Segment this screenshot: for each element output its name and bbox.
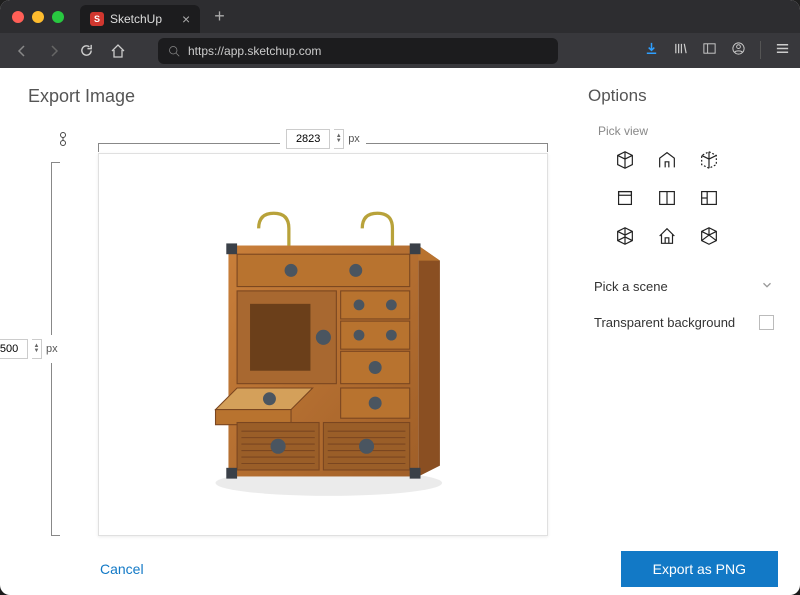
search-icon bbox=[168, 45, 180, 57]
pick-scene-label: Pick a scene bbox=[594, 279, 668, 294]
titlebar: S SketchUp × + bbox=[0, 0, 800, 33]
view-home-button[interactable] bbox=[654, 224, 680, 248]
back-button[interactable] bbox=[10, 39, 34, 63]
chevron-down-icon bbox=[760, 278, 774, 295]
url-bar[interactable]: https://app.sketchup.com bbox=[158, 38, 558, 64]
preview-column: ▲▼ px bbox=[98, 125, 548, 536]
height-spinner[interactable]: ▲▼ bbox=[32, 339, 42, 359]
browser-window: S SketchUp × + https://app.sketchup.com bbox=[0, 0, 800, 595]
width-unit: px bbox=[348, 133, 360, 145]
view-grid bbox=[612, 148, 780, 248]
toolbar-right bbox=[644, 41, 790, 61]
height-input[interactable] bbox=[0, 339, 28, 359]
cabinet-model-icon bbox=[133, 183, 514, 507]
export-png-button[interactable]: Export as PNG bbox=[621, 551, 778, 587]
view-xray-button[interactable] bbox=[612, 224, 638, 248]
library-icon[interactable] bbox=[673, 41, 688, 61]
reload-button[interactable] bbox=[74, 39, 98, 63]
view-iso-button[interactable] bbox=[612, 148, 638, 172]
pick-scene-row[interactable]: Pick a scene bbox=[588, 268, 780, 305]
height-unit: px bbox=[46, 343, 58, 355]
downloads-icon[interactable] bbox=[644, 41, 659, 61]
dimensions-area: ▲▼ px ▲▼ px bbox=[28, 125, 548, 536]
new-tab-button[interactable]: + bbox=[214, 6, 225, 27]
view-top-button[interactable] bbox=[654, 148, 680, 172]
width-input[interactable] bbox=[286, 129, 330, 149]
cancel-button[interactable]: Cancel bbox=[100, 561, 144, 577]
image-preview bbox=[98, 153, 548, 536]
pick-view-label: Pick view bbox=[598, 124, 780, 138]
close-tab-icon[interactable]: × bbox=[182, 11, 190, 27]
transparent-bg-row[interactable]: Transparent background bbox=[588, 305, 780, 340]
view-perspective-button[interactable] bbox=[696, 224, 722, 248]
sketchup-favicon: S bbox=[90, 12, 104, 26]
height-input-wrap: ▲▼ px bbox=[0, 335, 58, 363]
view-hidden-button[interactable] bbox=[696, 148, 722, 172]
separator bbox=[760, 41, 761, 59]
browser-toolbar: https://app.sketchup.com bbox=[0, 33, 800, 68]
close-window-button[interactable] bbox=[12, 11, 24, 23]
horizontal-dimension: ▲▼ px bbox=[98, 125, 548, 153]
maximize-window-button[interactable] bbox=[52, 11, 64, 23]
options-title: Options bbox=[588, 86, 780, 106]
home-button[interactable] bbox=[106, 39, 130, 63]
width-spinner[interactable]: ▲▼ bbox=[334, 129, 344, 149]
dialog-title: Export Image bbox=[28, 86, 548, 107]
sidebar-icon[interactable] bbox=[702, 41, 717, 61]
view-right-button[interactable] bbox=[654, 186, 680, 210]
vertical-dimension: ▲▼ px bbox=[28, 125, 98, 536]
url-text: https://app.sketchup.com bbox=[188, 44, 321, 58]
height-bracket: ▲▼ px bbox=[51, 162, 75, 536]
transparent-bg-label: Transparent background bbox=[594, 315, 735, 330]
export-panel: Export Image ▲▼ px bbox=[0, 68, 568, 548]
width-input-wrap: ▲▼ px bbox=[280, 129, 366, 149]
view-back-button[interactable] bbox=[696, 186, 722, 210]
menu-icon[interactable] bbox=[775, 41, 790, 61]
account-icon[interactable] bbox=[731, 41, 746, 61]
aspect-lock-icon[interactable] bbox=[57, 131, 69, 150]
tab-title: SketchUp bbox=[110, 12, 162, 26]
app-content: Export Image ▲▼ px bbox=[0, 68, 800, 548]
options-panel: Options Pick view Pick a scene Transpare… bbox=[568, 68, 800, 548]
browser-tab[interactable]: S SketchUp × bbox=[80, 5, 200, 33]
minimize-window-button[interactable] bbox=[32, 11, 44, 23]
view-front-button[interactable] bbox=[612, 186, 638, 210]
window-controls bbox=[12, 11, 64, 23]
dialog-footer: Cancel Export as PNG bbox=[0, 548, 800, 595]
forward-button[interactable] bbox=[42, 39, 66, 63]
transparent-bg-checkbox[interactable] bbox=[759, 315, 774, 330]
